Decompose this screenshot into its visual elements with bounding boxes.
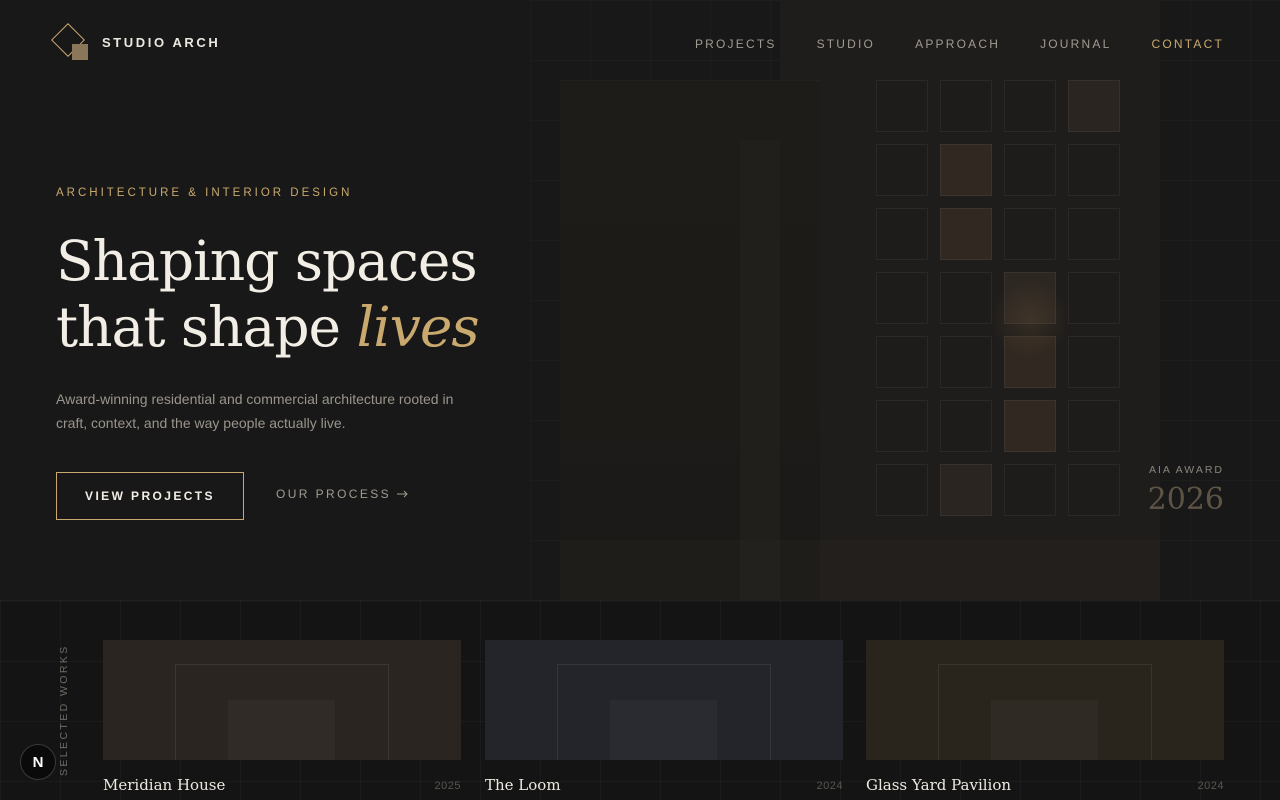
project-year: 2025 bbox=[434, 780, 461, 792]
award-year: 2026 bbox=[1147, 482, 1224, 517]
building-window bbox=[1068, 208, 1120, 260]
nav-item-projects[interactable]: PROJECTS bbox=[695, 37, 777, 51]
logo-icon[interactable] bbox=[51, 23, 92, 64]
project-thumbnail[interactable] bbox=[103, 640, 461, 760]
selected-works-label: SELECTED WORKS bbox=[58, 644, 70, 776]
building-window bbox=[940, 272, 992, 324]
building-window bbox=[1068, 464, 1120, 516]
thumbnail-door bbox=[610, 700, 717, 760]
headline-line-1: Shaping spaces bbox=[56, 229, 478, 293]
headline-accent: lives bbox=[356, 295, 480, 359]
building-illustration-left-wing bbox=[560, 80, 820, 600]
building-window bbox=[940, 144, 992, 196]
building-window bbox=[876, 336, 928, 388]
building-window bbox=[876, 144, 928, 196]
hero-eyebrow: ARCHITECTURE & INTERIOR DESIGN bbox=[56, 187, 353, 199]
building-window bbox=[876, 464, 928, 516]
logo-square-accent bbox=[72, 44, 88, 60]
brand-name[interactable]: STUDIO ARCH bbox=[102, 35, 220, 50]
building-window bbox=[876, 400, 928, 452]
building-window bbox=[940, 208, 992, 260]
building-window bbox=[1004, 464, 1056, 516]
main-nav: PROJECTS STUDIO APPROACH JOURNAL CONTACT bbox=[695, 37, 1224, 51]
nav-item-studio[interactable]: STUDIO bbox=[817, 37, 876, 51]
building-illustration-pillar bbox=[740, 140, 780, 600]
project-name[interactable]: Glass Yard Pavilion bbox=[866, 776, 1011, 794]
arrow-right-icon bbox=[397, 487, 409, 501]
project-name[interactable]: The Loom bbox=[485, 776, 561, 794]
building-window bbox=[1004, 80, 1056, 132]
hero-subtext: Award-winning residential and commercial… bbox=[56, 391, 454, 431]
our-process-link[interactable]: OUR PROCESS bbox=[276, 487, 409, 501]
building-window bbox=[940, 400, 992, 452]
building-window bbox=[940, 336, 992, 388]
project-thumbnail[interactable] bbox=[485, 640, 843, 760]
project-name[interactable]: Meridian House bbox=[103, 776, 225, 794]
window-glow bbox=[990, 280, 1070, 360]
thumbnail-door bbox=[991, 700, 1098, 760]
building-window bbox=[1068, 80, 1120, 132]
building-window bbox=[1068, 272, 1120, 324]
award-label: AIA AWARD bbox=[1149, 464, 1224, 476]
building-illustration-base bbox=[560, 540, 1160, 600]
headline-line-2: that shape bbox=[56, 295, 341, 359]
building-window bbox=[876, 208, 928, 260]
hero-headline: Shaping spaces that shape lives bbox=[56, 228, 480, 360]
floating-n-badge[interactable]: N bbox=[20, 744, 56, 780]
nav-item-contact[interactable]: CONTACT bbox=[1151, 37, 1224, 51]
building-window bbox=[1068, 336, 1120, 388]
building-window bbox=[940, 80, 992, 132]
nav-item-approach[interactable]: APPROACH bbox=[915, 37, 1000, 51]
building-window bbox=[1068, 400, 1120, 452]
project-card-meridian-house[interactable]: Meridian House 2025 bbox=[103, 640, 461, 800]
project-year: 2024 bbox=[816, 780, 843, 792]
project-card-the-loom[interactable]: The Loom 2024 bbox=[485, 640, 843, 800]
thumbnail-door bbox=[228, 700, 335, 760]
project-card-glass-yard-pavilion[interactable]: Glass Yard Pavilion 2024 bbox=[866, 640, 1224, 800]
building-window bbox=[876, 272, 928, 324]
building-window bbox=[876, 80, 928, 132]
project-thumbnail[interactable] bbox=[866, 640, 1224, 760]
building-window bbox=[1004, 400, 1056, 452]
building-window bbox=[940, 464, 992, 516]
building-window bbox=[1068, 144, 1120, 196]
building-window bbox=[1004, 144, 1056, 196]
project-year: 2024 bbox=[1197, 780, 1224, 792]
our-process-label: OUR PROCESS bbox=[276, 487, 392, 501]
building-window bbox=[1004, 208, 1056, 260]
view-projects-button[interactable]: VIEW PROJECTS bbox=[56, 472, 244, 520]
nav-item-journal[interactable]: JOURNAL bbox=[1040, 37, 1111, 51]
